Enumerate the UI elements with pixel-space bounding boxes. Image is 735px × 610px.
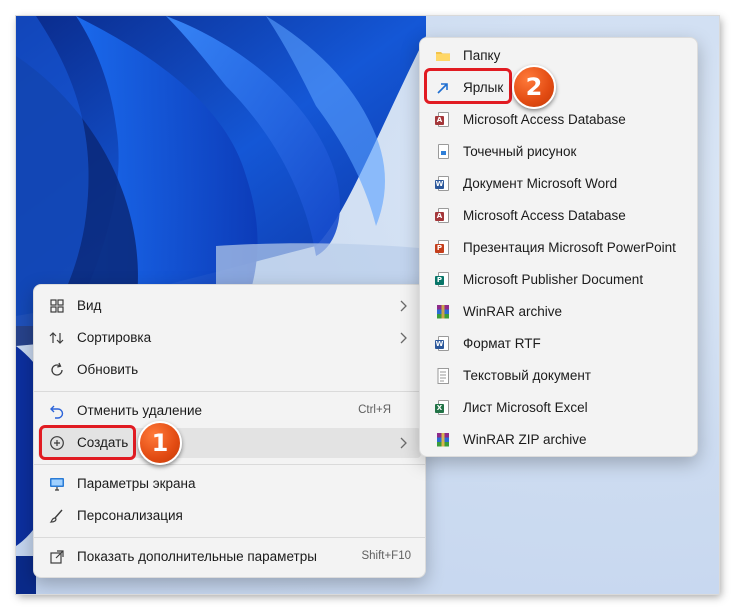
menu-item-personalization[interactable]: Персонализация <box>38 501 421 531</box>
access-icon: A <box>435 208 451 224</box>
submenu-item-text-document[interactable]: Текстовый документ <box>424 361 693 391</box>
publisher-icon: P <box>435 272 451 288</box>
brush-icon <box>49 508 65 524</box>
menu-item-label: Обновить <box>77 362 139 377</box>
submenu-item-access-database[interactable]: A Microsoft Access Database <box>424 105 693 135</box>
powerpoint-icon: P <box>435 240 451 256</box>
submenu-item-label: Формат RTF <box>463 336 541 351</box>
submenu-item-folder[interactable]: Папку <box>424 41 693 71</box>
submenu-item-label: Папку <box>463 48 501 63</box>
menu-item-label: Отменить удаление <box>77 403 203 418</box>
undo-icon <box>49 403 65 419</box>
menu-separator <box>34 537 425 538</box>
screenshot-frame: Вид Сортировка Обновить Отменить удалени… <box>16 16 719 594</box>
menu-separator <box>34 464 425 465</box>
menu-item-display-settings[interactable]: Параметры экрана <box>38 469 421 499</box>
submenu-item-access-database-2[interactable]: A Microsoft Access Database <box>424 201 693 231</box>
highlight-shortcut <box>424 68 512 104</box>
refresh-icon <box>49 362 65 378</box>
rtf-icon: W <box>435 336 451 352</box>
submenu-item-word-document[interactable]: W Документ Microsoft Word <box>424 169 693 199</box>
winrar-zip-icon <box>435 432 451 448</box>
highlight-create <box>39 425 136 460</box>
submenu-item-label: WinRAR archive <box>463 304 563 319</box>
excel-icon: X <box>435 400 451 416</box>
submenu-item-winrar-archive[interactable]: WinRAR archive <box>424 297 693 327</box>
submenu-item-label: Microsoft Publisher Document <box>463 272 644 287</box>
submenu-item-publisher[interactable]: P Microsoft Publisher Document <box>424 265 693 295</box>
chevron-right-icon <box>400 300 407 312</box>
word-icon: W <box>435 176 451 192</box>
step-marker-1: 1 <box>138 421 182 465</box>
menu-item-view[interactable]: Вид <box>38 291 421 321</box>
bitmap-icon <box>435 144 451 160</box>
access-icon: A <box>435 112 451 128</box>
submenu-item-label: Лист Microsoft Excel <box>463 400 588 415</box>
grid-view-icon <box>49 298 65 314</box>
display-settings-icon <box>49 476 65 492</box>
shortcut-text: Shift+F10 <box>361 550 411 562</box>
text-document-icon <box>435 368 451 384</box>
submenu-item-excel[interactable]: X Лист Microsoft Excel <box>424 393 693 423</box>
menu-item-label: Параметры экрана <box>77 476 196 491</box>
chevron-right-icon <box>400 332 407 344</box>
submenu-item-label: Microsoft Access Database <box>463 208 626 223</box>
menu-item-label: Вид <box>77 298 102 313</box>
menu-item-refresh[interactable]: Обновить <box>38 355 421 385</box>
submenu-item-powerpoint[interactable]: P Презентация Microsoft PowerPoint <box>424 233 693 263</box>
submenu-item-label: Презентация Microsoft PowerPoint <box>463 240 676 255</box>
submenu-item-label: Текстовый документ <box>463 368 591 383</box>
sort-icon <box>49 330 65 346</box>
menu-item-show-more-options[interactable]: Показать дополнительные параметры Shift+… <box>38 542 421 572</box>
chevron-right-icon <box>400 437 407 449</box>
submenu-item-label: WinRAR ZIP archive <box>463 432 587 447</box>
submenu-item-label: Документ Microsoft Word <box>463 176 618 191</box>
folder-icon <box>435 48 451 64</box>
submenu-item-bitmap[interactable]: Точечный рисунок <box>424 137 693 167</box>
winrar-icon <box>435 304 451 320</box>
menu-separator <box>34 391 425 392</box>
menu-item-sort[interactable]: Сортировка <box>38 323 421 353</box>
submenu-item-winrar-zip[interactable]: WinRAR ZIP archive <box>424 425 693 455</box>
submenu-item-label: Точечный рисунок <box>463 144 577 159</box>
menu-item-label: Сортировка <box>77 330 152 345</box>
step-marker-2: 2 <box>512 65 556 109</box>
expand-icon <box>49 549 65 565</box>
menu-item-label: Показать дополнительные параметры <box>77 549 317 564</box>
menu-item-undo-delete[interactable]: Отменить удаление Ctrl+Я <box>38 396 421 426</box>
submenu-item-label: Microsoft Access Database <box>463 112 626 127</box>
shortcut-text: Ctrl+Я <box>358 404 391 416</box>
menu-item-label: Персонализация <box>77 508 183 523</box>
submenu-item-rtf[interactable]: W Формат RTF <box>424 329 693 359</box>
